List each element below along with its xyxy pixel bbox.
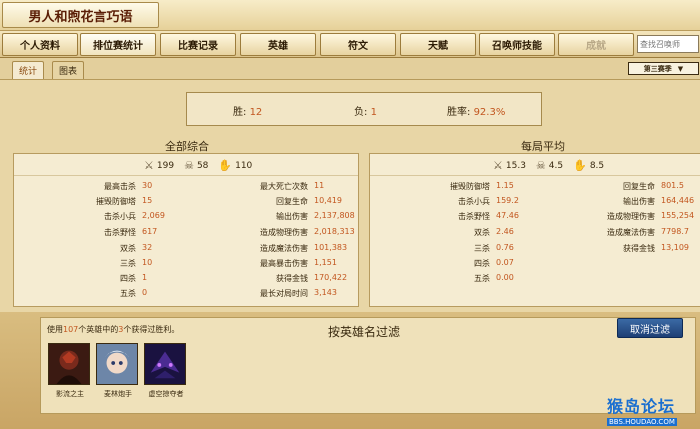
stat-row: 造成魔法伤害 101,383 <box>260 243 348 253</box>
search-input[interactable] <box>637 35 699 53</box>
forum-watermark: 猴岛论坛 BBS.HOUDAO.COM <box>607 393 699 427</box>
skull-icon: ☠ <box>535 159 546 172</box>
stat-row: 双杀 2.46 <box>474 227 514 237</box>
losses-label: 负: <box>354 107 368 118</box>
wins-value: 12 <box>249 107 263 118</box>
stat-row: 击杀野怪 617 <box>104 227 158 237</box>
winrate-value: 92.3% <box>473 107 506 118</box>
champion-name: 虚空掠夺者 <box>148 390 184 398</box>
champion-card[interactable]: 影流之主 <box>48 343 92 399</box>
overall-kills: 199 <box>156 160 175 171</box>
overall-kda: ⚔ 199 ☠ 58 ✋ 110 <box>144 159 252 172</box>
champion-portrait <box>144 343 186 385</box>
stat-row: 最大死亡次数 11 <box>260 181 325 191</box>
stats-area: 胜: 12 负: 1 胜率: 92.3% 全部综合 每局平均 ⚔ 199 ☠ 58 … <box>0 80 700 312</box>
champion-portrait <box>96 343 138 385</box>
tab-stats[interactable]: 统计 <box>12 61 44 79</box>
nav-summoner-spells[interactable]: 召唤师技能 <box>479 33 555 56</box>
skull-icon: ☠ <box>184 159 194 172</box>
stat-row: 造成魔法伤害 7798.7 <box>607 227 689 237</box>
wins-label: 胜: <box>233 107 247 118</box>
nav-match-history[interactable]: 比赛记录 <box>160 33 236 56</box>
stat-row: 三杀 0.76 <box>474 243 514 253</box>
average-kills: 15.3 <box>505 160 526 171</box>
stat-row: 五杀 0.00 <box>474 273 514 283</box>
champion-name: 麦林炮手 <box>104 390 132 398</box>
usage-text: 使用107个英雄中的3个获得过胜利。 <box>47 325 180 334</box>
champion-card[interactable]: 麦林炮手 <box>96 343 140 399</box>
stat-row: 输出伤害 164,446 <box>623 196 695 206</box>
stat-row: 获得金钱 170,422 <box>276 273 348 283</box>
winrate-label: 胜率: <box>447 107 471 118</box>
average-panel: ⚔ 15.3 ☠ 4.5 ✋ 8.5 摧毁防御塔 1.15 击杀小兵 159.2 击杀野怪… <box>369 153 700 307</box>
tab-charts[interactable]: 图表 <box>52 61 84 79</box>
stat-row: 获得金钱 13,109 <box>623 243 689 253</box>
filter-area: 使用107个英雄中的3个获得过胜利。 按英雄名过滤 取消过滤 影流之主 麦林炮手 <box>0 312 700 429</box>
cancel-filter-button[interactable]: 取消过滤 <box>617 318 683 338</box>
average-kda: ⚔ 15.3 ☠ 4.5 ✋ 8.5 <box>493 159 604 172</box>
overall-deaths: 58 <box>196 160 209 171</box>
main-nav: 个人资料 排位赛统计 比赛记录 英雄 符文 天赋 召唤师技能 成就 <box>0 30 700 58</box>
nav-ranked-stats[interactable]: 排位赛统计 <box>80 33 156 56</box>
overall-panel: ⚔ 199 ☠ 58 ✋ 110 最高击杀 30 摧毁防御塔 15 击杀小兵 2,069 击… <box>13 153 359 307</box>
average-assists: 8.5 <box>589 160 605 171</box>
nav-achievements[interactable]: 成就 <box>558 33 634 56</box>
season-label: 第三赛季 <box>643 64 672 73</box>
season-select[interactable]: 第三赛季 ▼ <box>628 62 699 75</box>
window-title: 男人和煦花言巧语 <box>2 2 159 28</box>
stat-row: 最高暴击伤害 1,151 <box>260 258 337 268</box>
stat-row: 造成物理伤害 155,254 <box>607 211 695 221</box>
stat-row: 摧毁防御塔 1.15 <box>450 181 514 191</box>
champion-card[interactable]: 虚空掠夺者 <box>144 343 188 399</box>
summary-box: 胜: 12 负: 1 胜率: 92.3% <box>186 92 542 126</box>
stat-row: 五杀 0 <box>120 288 148 298</box>
stat-row: 三杀 10 <box>120 258 153 268</box>
stat-row: 击杀小兵 159.2 <box>458 196 519 206</box>
watermark-logo: 猴岛论坛 <box>607 397 676 416</box>
stat-row: 四杀 0.07 <box>474 258 514 268</box>
nav-profile[interactable]: 个人资料 <box>2 33 78 56</box>
nav-champions[interactable]: 英雄 <box>240 33 316 56</box>
losses-value: 1 <box>370 107 377 118</box>
overall-title: 全部综合 <box>165 140 209 153</box>
sword-icon: ⚔ <box>144 159 154 172</box>
stat-row: 最长对局时间 3,143 <box>260 288 337 298</box>
champion-name: 影流之主 <box>56 390 84 398</box>
filter-title: 按英雄名过滤 <box>328 325 401 339</box>
champion-portrait <box>48 343 90 385</box>
stat-row: 最高击杀 30 <box>104 181 153 191</box>
stat-row: 回复生命 10,419 <box>276 196 342 206</box>
stat-row: 双杀 32 <box>120 243 153 253</box>
title-bar: 男人和煦花言巧语 <box>0 0 700 30</box>
stat-row: 击杀小兵 2,069 <box>104 211 165 221</box>
hand-icon: ✋ <box>218 159 233 172</box>
stat-row: 造成物理伤害 2,018,313 <box>260 227 355 237</box>
stat-row: 四杀 1 <box>120 273 148 283</box>
sword-icon: ⚔ <box>493 159 503 172</box>
nav-masteries[interactable]: 天赋 <box>400 33 476 56</box>
overall-assists: 110 <box>235 160 253 171</box>
stat-row: 摧毁防御塔 15 <box>96 196 153 206</box>
subtab-bar: 统计 图表 第三赛季 ▼ <box>0 58 700 80</box>
stat-row: 回复生命 801.5 <box>623 181 684 191</box>
chevron-down-icon: ▼ <box>677 64 684 73</box>
stat-row: 击杀野怪 47.46 <box>458 211 519 221</box>
divider <box>370 175 700 176</box>
hand-icon: ✋ <box>573 159 587 172</box>
average-deaths: 4.5 <box>548 160 564 171</box>
average-title: 每局平均 <box>521 140 565 153</box>
filter-box: 使用107个英雄中的3个获得过胜利。 按英雄名过滤 取消过滤 影流之主 麦林炮手 <box>40 317 696 414</box>
stat-row: 输出伤害 2,137,808 <box>276 211 355 221</box>
divider <box>14 175 358 176</box>
watermark-url: BBS.HOUDAO.COM <box>607 418 677 426</box>
nav-runes[interactable]: 符文 <box>320 33 396 56</box>
